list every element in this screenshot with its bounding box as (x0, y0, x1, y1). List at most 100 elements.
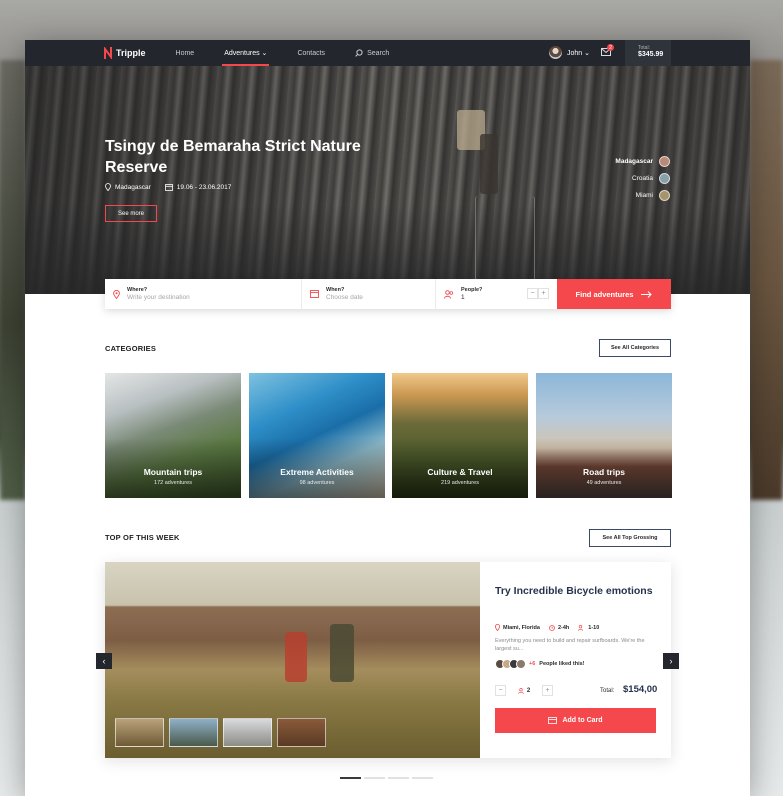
logo-text: Tripple (116, 48, 146, 58)
category-card-road[interactable]: Road trips 49 adventures (536, 373, 672, 498)
backdrop-right-edge (750, 60, 783, 500)
hero-dates: 19.06 - 23.06.2017 (176, 183, 232, 191)
when-field[interactable]: When? Choose date (302, 279, 436, 309)
avatar (549, 46, 562, 59)
featured-title[interactable]: Try Incredible Bicycle emotions (495, 584, 655, 598)
card-icon (548, 717, 558, 724)
location-pin-icon (105, 183, 111, 191)
where-input[interactable]: Write your destination (127, 294, 190, 301)
category-name: Road trips (582, 467, 626, 477)
top-navigation: Tripple Home Adventures ⌄ Contacts Searc… (25, 40, 750, 66)
mail-button[interactable]: 2 (601, 44, 614, 58)
people-label: People? (461, 287, 483, 293)
people-icon (444, 289, 454, 299)
featured-description: Everything you need to build and repair … (495, 638, 645, 652)
cyclist-figure (285, 632, 307, 682)
cart-total[interactable]: Total: $345.99 (625, 40, 671, 66)
cyclist-figure (330, 624, 354, 682)
people-stepper: − + (527, 288, 549, 299)
destination-miami[interactable]: Miami (636, 190, 670, 201)
quantity-stepper: − 2 + (495, 685, 553, 696)
gallery-thumbnail[interactable] (115, 718, 164, 747)
pagination-dot[interactable] (340, 777, 361, 779)
find-adventures-label: Find adventures (575, 289, 634, 299)
rope-bridge (475, 196, 535, 286)
people-icon (578, 624, 584, 631)
when-input[interactable]: Choose date (326, 294, 363, 301)
logo[interactable]: Tripple (104, 47, 146, 59)
category-card-culture[interactable]: Culture & Travel 219 adventures (392, 373, 528, 498)
liker-avatar (516, 659, 526, 669)
where-field[interactable]: Where? Write your destination (105, 279, 302, 309)
category-count: 172 adventures (154, 480, 192, 486)
search-label: Search (367, 49, 390, 57)
clock-icon (549, 624, 555, 631)
see-all-categories-button[interactable]: See All Categories (599, 339, 671, 357)
find-adventures-button[interactable]: Find adventures (557, 279, 671, 309)
likes-extra-count: +6 (529, 661, 536, 667)
quantity-plus-button[interactable]: + (542, 685, 553, 696)
pagination-dot[interactable] (412, 777, 433, 779)
pagination-dot[interactable] (388, 777, 409, 779)
user-name: John ⌄ (567, 49, 590, 57)
when-label: When? (326, 287, 345, 293)
likes-text: People liked this! (539, 661, 585, 667)
carousel-next-button[interactable]: › (663, 653, 679, 669)
add-to-card-label: Add to Card (562, 717, 603, 724)
page-canvas: Tripple Home Adventures ⌄ Contacts Searc… (25, 40, 750, 796)
mail-badge: 2 (607, 44, 614, 51)
carousel-prev-button[interactable]: ‹ (96, 653, 112, 669)
top-week-title: TOP OF THIS WEEK (105, 533, 180, 542)
featured-adventure-image (105, 562, 480, 758)
gallery-thumbnail[interactable] (223, 718, 272, 747)
category-card-mountain[interactable]: Mountain trips 172 adventures (105, 373, 241, 498)
category-count: 98 adventures (299, 480, 335, 486)
nav-link-contacts[interactable]: Contacts (297, 40, 325, 66)
hiker-figure (480, 134, 498, 194)
calendar-icon (164, 183, 173, 191)
backdrop-left-edge (0, 60, 26, 500)
people-icon (518, 687, 524, 694)
category-card-extreme[interactable]: Extreme Activities 98 adventures (249, 373, 385, 498)
category-name: Culture & Travel (427, 467, 493, 477)
location-pin-icon (113, 289, 120, 299)
people-minus-button[interactable]: − (527, 288, 538, 299)
hero-title: Tsingy de Bemaraha Strict Nature Reserve (105, 138, 361, 176)
search-icon (355, 49, 363, 57)
destination-madagascar[interactable]: Madagascar (615, 156, 670, 167)
categories-title: CATEGORIES (105, 344, 157, 353)
destination-label: Miami (635, 192, 653, 199)
quantity-value: 2 (506, 685, 542, 696)
featured-group-size: 1-10 (588, 624, 600, 631)
featured-duration: 2-4h (557, 624, 570, 631)
people-field[interactable]: People? 1 − + (436, 279, 557, 309)
total-value: $154,00 (623, 684, 658, 695)
user-menu[interactable]: John ⌄ (549, 46, 590, 59)
gallery-thumbnail[interactable] (169, 718, 218, 747)
hero-meta: Madagascar 19.06 - 23.06.2017 (105, 183, 231, 191)
see-all-top-grossing-button[interactable]: See All Top Grossing (589, 529, 671, 547)
featured-meta: Miami, Florida 2-4h 1-10 (495, 624, 599, 631)
destination-label: Croatia (632, 175, 653, 182)
likes-row: +6 People liked this! (495, 659, 585, 669)
total-label: Total: (600, 688, 615, 694)
nav-link-home[interactable]: Home (176, 40, 195, 66)
pagination-dot[interactable] (364, 777, 385, 779)
location-pin-icon (495, 624, 500, 631)
category-count: 49 adventures (586, 480, 622, 486)
see-more-button[interactable]: See more (105, 205, 157, 222)
hero-location: Madagascar (115, 183, 151, 191)
add-to-card-button[interactable]: Add to Card (495, 708, 656, 733)
people-plus-button[interactable]: + (538, 288, 549, 299)
nav-search[interactable]: Search (355, 49, 389, 57)
destination-thumb (659, 156, 670, 167)
gallery-thumbnail[interactable] (277, 718, 326, 747)
people-value: 1 (461, 294, 465, 301)
category-count: 219 adventures (441, 480, 479, 486)
search-bar: Where? Write your destination When? Choo… (105, 279, 671, 309)
nav-link-adventures[interactable]: Adventures ⌄ (222, 40, 270, 66)
destination-thumb (659, 190, 670, 201)
category-name: Extreme Activities (280, 467, 354, 477)
quantity-minus-button[interactable]: − (495, 685, 506, 696)
destination-croatia[interactable]: Croatia (632, 173, 670, 184)
